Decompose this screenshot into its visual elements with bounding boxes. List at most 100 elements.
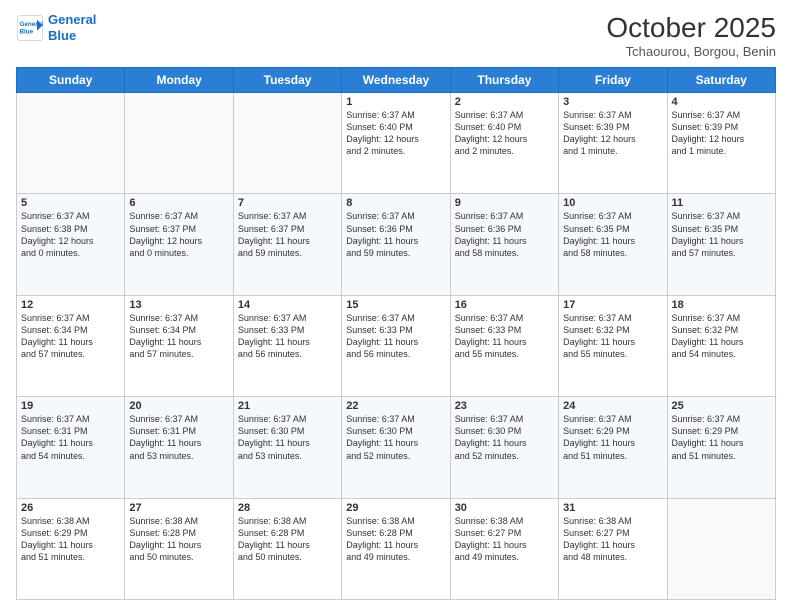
day-info: Sunrise: 6:37 AM Sunset: 6:35 PM Dayligh… bbox=[563, 210, 662, 259]
calendar-cell: 27Sunrise: 6:38 AM Sunset: 6:28 PM Dayli… bbox=[125, 498, 233, 599]
calendar-cell: 29Sunrise: 6:38 AM Sunset: 6:28 PM Dayli… bbox=[342, 498, 450, 599]
calendar-cell: 23Sunrise: 6:37 AM Sunset: 6:30 PM Dayli… bbox=[450, 397, 558, 498]
day-number: 2 bbox=[455, 96, 554, 108]
day-info: Sunrise: 6:38 AM Sunset: 6:28 PM Dayligh… bbox=[238, 515, 337, 564]
day-info: Sunrise: 6:37 AM Sunset: 6:30 PM Dayligh… bbox=[238, 413, 337, 462]
day-number: 1 bbox=[346, 96, 445, 108]
calendar-cell: 3Sunrise: 6:37 AM Sunset: 6:39 PM Daylig… bbox=[559, 93, 667, 194]
day-number: 21 bbox=[238, 400, 337, 412]
day-info: Sunrise: 6:37 AM Sunset: 6:32 PM Dayligh… bbox=[672, 312, 771, 361]
day-number: 14 bbox=[238, 299, 337, 311]
day-number: 19 bbox=[21, 400, 120, 412]
day-info: Sunrise: 6:37 AM Sunset: 6:35 PM Dayligh… bbox=[672, 210, 771, 259]
calendar-cell: 21Sunrise: 6:37 AM Sunset: 6:30 PM Dayli… bbox=[233, 397, 341, 498]
location: Tchaourou, Borgou, Benin bbox=[606, 44, 776, 59]
day-header-tuesday: Tuesday bbox=[233, 68, 341, 93]
calendar-cell: 9Sunrise: 6:37 AM Sunset: 6:36 PM Daylig… bbox=[450, 194, 558, 295]
day-info: Sunrise: 6:37 AM Sunset: 6:40 PM Dayligh… bbox=[346, 109, 445, 158]
day-info: Sunrise: 6:37 AM Sunset: 6:29 PM Dayligh… bbox=[563, 413, 662, 462]
day-info: Sunrise: 6:38 AM Sunset: 6:28 PM Dayligh… bbox=[129, 515, 228, 564]
calendar-cell: 25Sunrise: 6:37 AM Sunset: 6:29 PM Dayli… bbox=[667, 397, 775, 498]
day-info: Sunrise: 6:37 AM Sunset: 6:33 PM Dayligh… bbox=[346, 312, 445, 361]
day-number: 5 bbox=[21, 197, 120, 209]
day-number: 4 bbox=[672, 96, 771, 108]
day-header-wednesday: Wednesday bbox=[342, 68, 450, 93]
day-info: Sunrise: 6:37 AM Sunset: 6:36 PM Dayligh… bbox=[455, 210, 554, 259]
day-info: Sunrise: 6:37 AM Sunset: 6:37 PM Dayligh… bbox=[238, 210, 337, 259]
day-number: 23 bbox=[455, 400, 554, 412]
day-number: 20 bbox=[129, 400, 228, 412]
calendar-cell: 12Sunrise: 6:37 AM Sunset: 6:34 PM Dayli… bbox=[17, 295, 125, 396]
day-number: 3 bbox=[563, 96, 662, 108]
day-number: 27 bbox=[129, 502, 228, 514]
logo-icon: General Blue bbox=[16, 14, 44, 42]
calendar-cell: 13Sunrise: 6:37 AM Sunset: 6:34 PM Dayli… bbox=[125, 295, 233, 396]
calendar-cell: 6Sunrise: 6:37 AM Sunset: 6:37 PM Daylig… bbox=[125, 194, 233, 295]
day-info: Sunrise: 6:37 AM Sunset: 6:39 PM Dayligh… bbox=[563, 109, 662, 158]
day-info: Sunrise: 6:37 AM Sunset: 6:30 PM Dayligh… bbox=[455, 413, 554, 462]
day-number: 31 bbox=[563, 502, 662, 514]
calendar-cell: 8Sunrise: 6:37 AM Sunset: 6:36 PM Daylig… bbox=[342, 194, 450, 295]
day-number: 8 bbox=[346, 197, 445, 209]
day-number: 13 bbox=[129, 299, 228, 311]
calendar: SundayMondayTuesdayWednesdayThursdayFrid… bbox=[16, 67, 776, 600]
day-info: Sunrise: 6:37 AM Sunset: 6:31 PM Dayligh… bbox=[21, 413, 120, 462]
calendar-cell: 30Sunrise: 6:38 AM Sunset: 6:27 PM Dayli… bbox=[450, 498, 558, 599]
day-header-saturday: Saturday bbox=[667, 68, 775, 93]
calendar-cell: 15Sunrise: 6:37 AM Sunset: 6:33 PM Dayli… bbox=[342, 295, 450, 396]
calendar-cell bbox=[125, 93, 233, 194]
calendar-cell: 11Sunrise: 6:37 AM Sunset: 6:35 PM Dayli… bbox=[667, 194, 775, 295]
day-header-thursday: Thursday bbox=[450, 68, 558, 93]
day-header-sunday: Sunday bbox=[17, 68, 125, 93]
day-number: 10 bbox=[563, 197, 662, 209]
calendar-cell: 7Sunrise: 6:37 AM Sunset: 6:37 PM Daylig… bbox=[233, 194, 341, 295]
day-number: 7 bbox=[238, 197, 337, 209]
calendar-cell bbox=[667, 498, 775, 599]
day-number: 29 bbox=[346, 502, 445, 514]
day-info: Sunrise: 6:38 AM Sunset: 6:27 PM Dayligh… bbox=[563, 515, 662, 564]
calendar-cell: 1Sunrise: 6:37 AM Sunset: 6:40 PM Daylig… bbox=[342, 93, 450, 194]
day-info: Sunrise: 6:37 AM Sunset: 6:29 PM Dayligh… bbox=[672, 413, 771, 462]
day-header-monday: Monday bbox=[125, 68, 233, 93]
day-info: Sunrise: 6:38 AM Sunset: 6:28 PM Dayligh… bbox=[346, 515, 445, 564]
calendar-cell: 20Sunrise: 6:37 AM Sunset: 6:31 PM Dayli… bbox=[125, 397, 233, 498]
day-number: 15 bbox=[346, 299, 445, 311]
calendar-cell bbox=[17, 93, 125, 194]
logo: General Blue GeneralBlue bbox=[16, 12, 96, 43]
title-block: October 2025 Tchaourou, Borgou, Benin bbox=[606, 12, 776, 59]
calendar-cell: 17Sunrise: 6:37 AM Sunset: 6:32 PM Dayli… bbox=[559, 295, 667, 396]
day-number: 17 bbox=[563, 299, 662, 311]
calendar-cell: 26Sunrise: 6:38 AM Sunset: 6:29 PM Dayli… bbox=[17, 498, 125, 599]
calendar-cell: 5Sunrise: 6:37 AM Sunset: 6:38 PM Daylig… bbox=[17, 194, 125, 295]
day-number: 12 bbox=[21, 299, 120, 311]
day-number: 26 bbox=[21, 502, 120, 514]
logo-text: GeneralBlue bbox=[48, 12, 96, 43]
calendar-cell: 18Sunrise: 6:37 AM Sunset: 6:32 PM Dayli… bbox=[667, 295, 775, 396]
day-number: 22 bbox=[346, 400, 445, 412]
day-number: 11 bbox=[672, 197, 771, 209]
month-title: October 2025 bbox=[606, 12, 776, 44]
calendar-cell: 4Sunrise: 6:37 AM Sunset: 6:39 PM Daylig… bbox=[667, 93, 775, 194]
day-info: Sunrise: 6:37 AM Sunset: 6:33 PM Dayligh… bbox=[238, 312, 337, 361]
calendar-cell: 24Sunrise: 6:37 AM Sunset: 6:29 PM Dayli… bbox=[559, 397, 667, 498]
day-number: 18 bbox=[672, 299, 771, 311]
day-number: 24 bbox=[563, 400, 662, 412]
day-number: 16 bbox=[455, 299, 554, 311]
day-number: 28 bbox=[238, 502, 337, 514]
calendar-cell: 16Sunrise: 6:37 AM Sunset: 6:33 PM Dayli… bbox=[450, 295, 558, 396]
svg-text:Blue: Blue bbox=[20, 28, 34, 35]
day-info: Sunrise: 6:37 AM Sunset: 6:39 PM Dayligh… bbox=[672, 109, 771, 158]
day-number: 30 bbox=[455, 502, 554, 514]
day-info: Sunrise: 6:37 AM Sunset: 6:38 PM Dayligh… bbox=[21, 210, 120, 259]
day-info: Sunrise: 6:38 AM Sunset: 6:29 PM Dayligh… bbox=[21, 515, 120, 564]
day-header-friday: Friday bbox=[559, 68, 667, 93]
day-info: Sunrise: 6:38 AM Sunset: 6:27 PM Dayligh… bbox=[455, 515, 554, 564]
calendar-cell: 2Sunrise: 6:37 AM Sunset: 6:40 PM Daylig… bbox=[450, 93, 558, 194]
calendar-cell: 31Sunrise: 6:38 AM Sunset: 6:27 PM Dayli… bbox=[559, 498, 667, 599]
day-info: Sunrise: 6:37 AM Sunset: 6:34 PM Dayligh… bbox=[21, 312, 120, 361]
day-info: Sunrise: 6:37 AM Sunset: 6:40 PM Dayligh… bbox=[455, 109, 554, 158]
day-info: Sunrise: 6:37 AM Sunset: 6:34 PM Dayligh… bbox=[129, 312, 228, 361]
calendar-cell bbox=[233, 93, 341, 194]
day-number: 25 bbox=[672, 400, 771, 412]
calendar-cell: 14Sunrise: 6:37 AM Sunset: 6:33 PM Dayli… bbox=[233, 295, 341, 396]
